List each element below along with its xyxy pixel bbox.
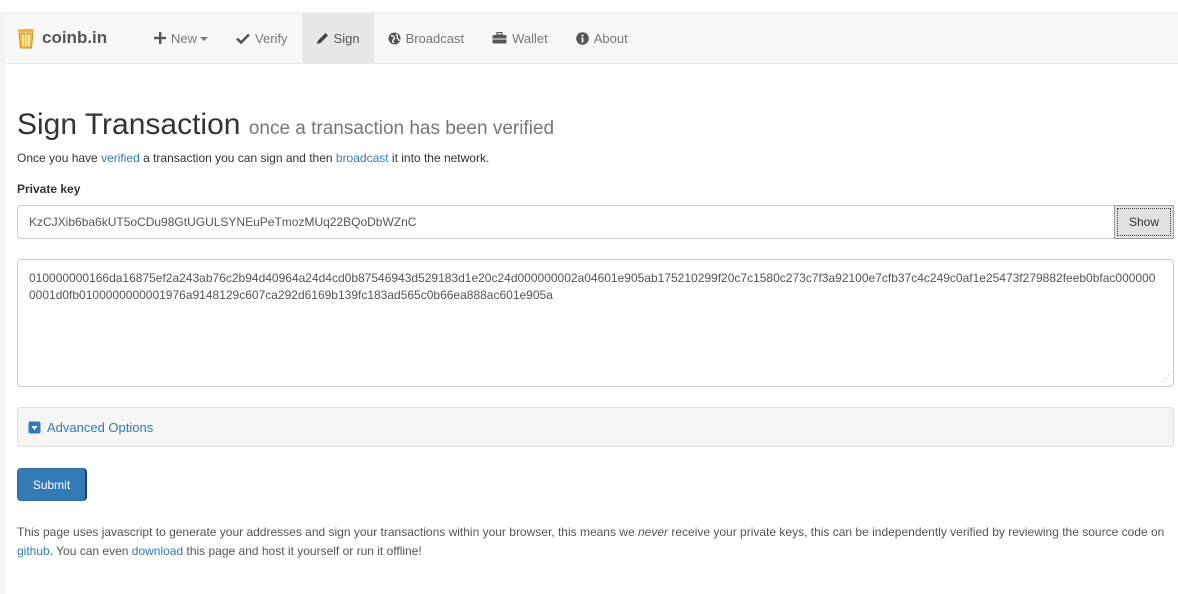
- nav-verify-label: Verify: [255, 30, 288, 46]
- advanced-options-link[interactable]: Advanced Options: [47, 420, 153, 435]
- check-icon: [236, 33, 250, 44]
- pencil-icon: [316, 32, 329, 45]
- footer-note: This page uses javascript to generate yo…: [17, 523, 1167, 561]
- transaction-hex-textarea[interactable]: 010000000166da16875ef2a243ab76c2b94d4096…: [17, 259, 1174, 387]
- page-title: Sign Transaction once a transaction has …: [17, 108, 554, 142]
- nav-new-label: New: [171, 30, 198, 46]
- caret-down-icon: [200, 37, 209, 41]
- briefcase-icon: [492, 32, 507, 44]
- page-title-text: Sign Transaction: [17, 108, 241, 141]
- globe-icon: [388, 32, 401, 45]
- private-key-group: KzCJXib6ba6kUT5oCDu98GtUGULSYNEuPeTmozMU…: [17, 205, 1174, 239]
- download-link[interactable]: download: [132, 544, 183, 558]
- show-key-button[interactable]: Show: [1114, 205, 1174, 239]
- intro-text: Once you have verified a transaction you…: [17, 151, 489, 165]
- page-subtitle: once a transaction has been verified: [248, 118, 555, 139]
- nav-new[interactable]: New: [140, 13, 222, 63]
- nav-broadcast-label: Broadcast: [405, 30, 465, 46]
- broadcast-link[interactable]: broadcast: [336, 151, 389, 165]
- footer-part: receive your private keys, this can be i…: [668, 525, 1165, 539]
- info-icon: [575, 31, 589, 45]
- intro-part: Once you have: [17, 151, 102, 165]
- window-left-edge: [0, 12, 6, 594]
- transaction-hex-text: 010000000166da16875ef2a243ab76c2b94d4096…: [29, 271, 1156, 302]
- verified-link[interactable]: verified: [101, 151, 140, 165]
- window-top-edge: [0, 0, 1178, 12]
- footer-part: . You can even: [49, 544, 132, 558]
- nav-about[interactable]: About: [562, 13, 642, 63]
- nav-verify[interactable]: Verify: [222, 13, 302, 63]
- footer-emphasis: never: [637, 525, 669, 539]
- brand-logo[interactable]: coinb.in: [16, 13, 107, 63]
- resize-grip-icon[interactable]: ⋰: [1162, 375, 1170, 383]
- nav-sign-label: Sign: [333, 30, 360, 46]
- nav-about-label: About: [593, 30, 628, 46]
- coin-cup-icon: [18, 29, 34, 49]
- intro-part: a transaction you can sign and then: [139, 151, 336, 165]
- top-navbar: coinb.in New Verify Sign Broadcast Walle…: [6, 12, 1178, 64]
- collapse-down-icon: [28, 421, 41, 434]
- github-link[interactable]: github: [17, 544, 50, 558]
- nav-wallet-label: Wallet: [512, 30, 548, 46]
- private-key-label: Private key: [17, 182, 81, 196]
- nav-wallet[interactable]: Wallet: [478, 13, 562, 63]
- advanced-options-panel[interactable]: Advanced Options: [17, 407, 1174, 447]
- brand-name: coinb.in: [42, 28, 108, 47]
- nav-menu: New Verify Sign Broadcast Wallet About: [140, 13, 642, 63]
- plus-icon: [154, 32, 166, 44]
- submit-button[interactable]: Submit: [17, 468, 87, 501]
- private-key-input[interactable]: KzCJXib6ba6kUT5oCDu98GtUGULSYNEuPeTmozMU…: [17, 205, 1114, 239]
- footer-part: This page uses javascript to generate yo…: [17, 525, 638, 539]
- footer-part: this page and host it yourself or run it…: [183, 544, 422, 558]
- nav-sign[interactable]: Sign: [301, 13, 374, 63]
- nav-broadcast[interactable]: Broadcast: [374, 13, 479, 63]
- intro-part: it into the network.: [388, 151, 490, 165]
